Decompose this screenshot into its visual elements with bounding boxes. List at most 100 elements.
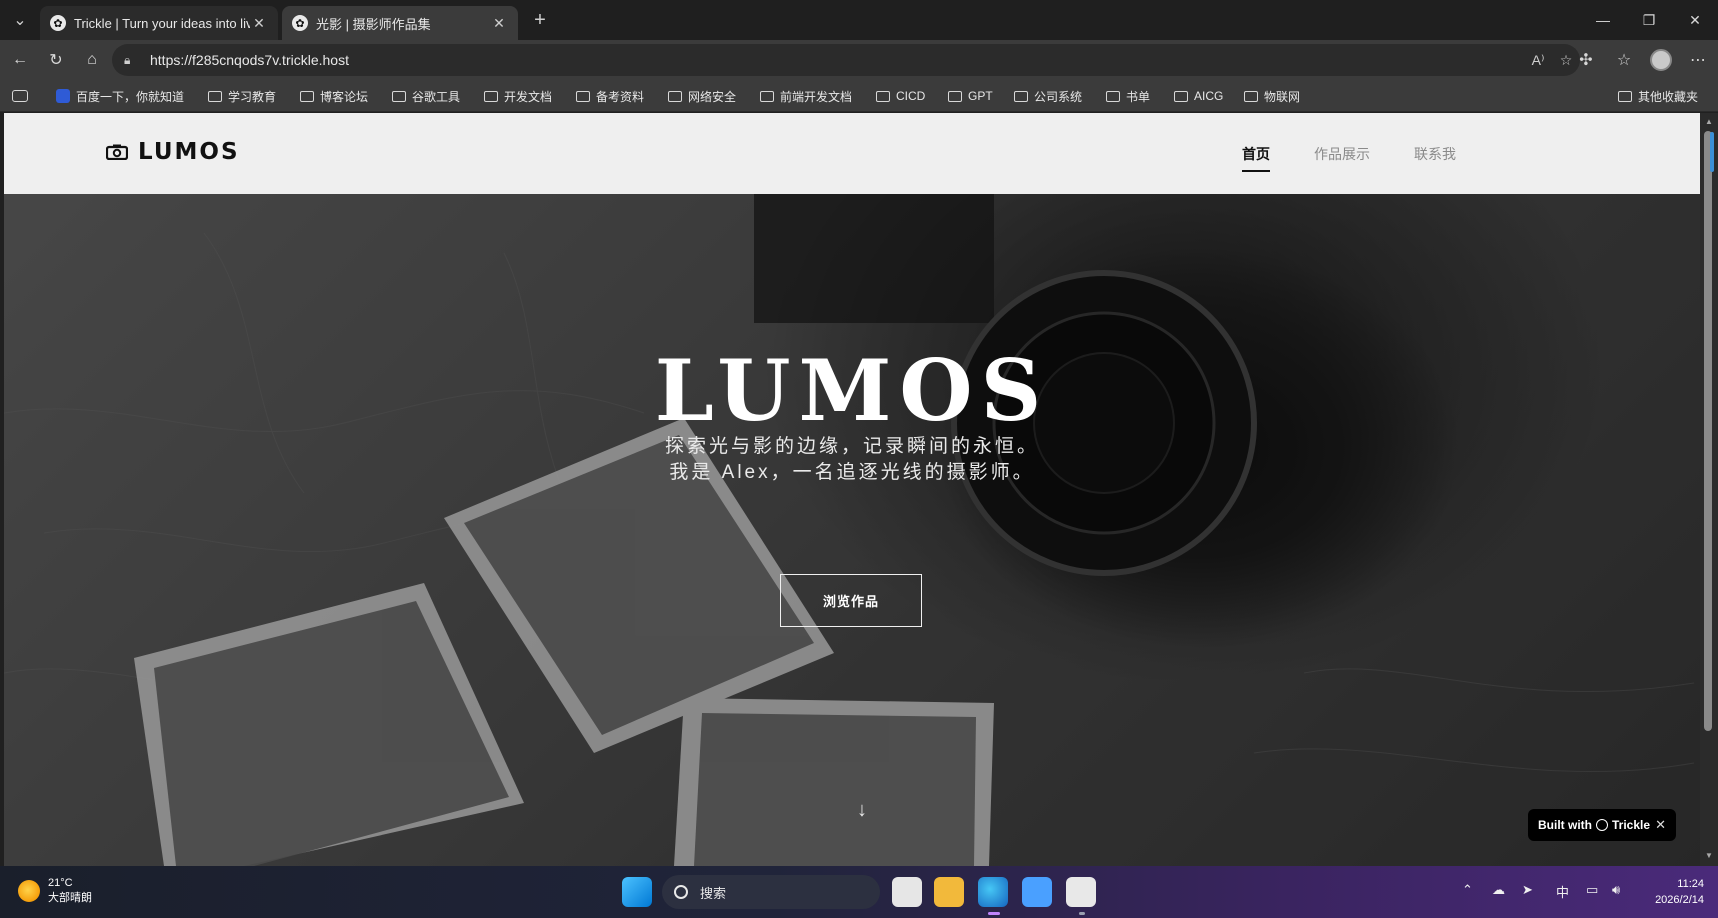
bookmark-folder[interactable]: 物联网 [1244,86,1300,106]
bookmark-folder[interactable]: 博客论坛 [300,86,368,106]
favorites-list-icon: ☆ [1616,52,1632,69]
start-windows-icon[interactable] [622,877,652,907]
profile-avatar[interactable] [1650,49,1672,71]
trickle-favicon-icon: ✿ [292,15,308,31]
weather-temp: 21°C [48,877,73,889]
browser-toolbar: ← ↻ ⌂ 🔒︎ https://f285cnqods7v.trickle.ho… [0,40,1718,80]
bookmark-folder[interactable]: 谷歌工具 [392,86,460,106]
scroll-up-icon[interactable]: ▲ [1704,117,1714,126]
bookmark-folder[interactable]: 学习教育 [208,86,276,106]
refresh-icon: ↻ [49,52,63,69]
badge-close-icon[interactable]: ✕ [1655,817,1666,833]
chevron-down-icon: ⌄ [13,12,27,29]
folder-icon [668,90,682,102]
running-app-indicator [1079,912,1085,915]
bookmark-folder[interactable]: 书单 [1106,86,1150,106]
puzzle-icon: ✣ [1579,52,1593,69]
favorites-button[interactable]: ☆ [1610,46,1638,74]
bookmark-reader-icon[interactable] [12,90,28,102]
read-aloud-icon[interactable]: A⁾ [1524,52,1552,69]
folder-icon [1618,90,1632,102]
send-icon[interactable]: ➤ [1522,882,1533,898]
nav-home-link[interactable]: 首页 [1242,144,1270,172]
task-view-icon[interactable] [892,877,922,907]
tab-strip: ⌄ ✿ Trickle | Turn your ideas into live … [0,0,1718,40]
folder-icon [392,90,406,102]
bookmark-folder[interactable]: GPT [948,86,993,106]
weather-desc: 大部晴朗 [48,892,92,904]
folder-icon [1014,90,1028,102]
weather-widget[interactable]: 21°C 大部晴朗 [18,876,92,906]
badge-name: Trickle [1612,818,1651,832]
address-bar[interactable]: 🔒︎ https://f285cnqods7v.trickle.host A⁾ … [112,44,1580,76]
bookmark-folder[interactable]: 开发文档 [484,86,552,106]
bookmark-folder[interactable]: AICG [1174,86,1223,106]
tab-trickle[interactable]: ✿ Trickle | Turn your ideas into live a … [40,6,278,40]
close-icon[interactable]: ✕ [250,15,268,32]
folder-icon [1106,90,1120,102]
bookmark-folder[interactable]: 前端开发文档 [760,86,852,106]
tab-portfolio[interactable]: ✿ 光影 | 摄影师作品集 ✕ [282,6,518,40]
nav-contact-link[interactable]: 联系我 [1414,144,1456,164]
app-pinned-icon[interactable] [1066,877,1096,907]
other-bookmarks-folder[interactable]: 其他收藏夹 [1618,86,1698,106]
arrow-down-icon[interactable]: ↓ [850,799,874,823]
onedrive-icon[interactable]: ☁ [1492,882,1505,898]
folder-icon [876,90,890,102]
nav-works-link[interactable]: 作品展示 [1314,144,1370,164]
hero-title: LUMOS [654,341,1050,440]
settings-more-button[interactable]: ⋯ [1684,46,1712,74]
store-icon[interactable] [1022,877,1052,907]
reload-button[interactable]: ↻ [42,46,70,74]
clock-time: 11:24 [1677,878,1704,890]
folder-icon [1174,90,1188,102]
tab-title: 光影 | 摄影师作品集 [316,16,431,32]
hero-overlay [4,113,1700,866]
bookmark-folder[interactable]: 网络安全 [668,86,736,106]
folder-icon [300,90,314,102]
tab-title: Trickle | Turn your ideas into live a [74,15,250,31]
sidebar-indicator [1710,132,1714,172]
bookmark-folder[interactable]: 公司系统 [1014,86,1082,106]
folder-icon [1244,90,1258,102]
lock-icon: 🔒︎ [124,52,131,67]
restore-button[interactable]: ❐ [1626,0,1672,40]
bookmark-folder[interactable]: CICD [876,86,925,106]
scroll-down-icon[interactable]: ▼ [1704,851,1714,860]
network-icon[interactable]: ▭ [1586,882,1598,898]
home-button[interactable]: ⌂ [78,46,106,74]
close-icon[interactable]: ✕ [490,15,508,32]
taskbar-search[interactable]: 搜索 [662,875,880,909]
system-clock[interactable]: 11:24 2026/2/14 [1638,876,1704,908]
bookmark-item[interactable]: 百度一下，你就知道 [56,86,184,106]
site-header: LUMOS 首页 作品展示 联系我 [4,113,1700,194]
window-close-button[interactable]: ✕ [1672,0,1718,40]
page-scrollbar[interactable]: ▲ ▼ [1700,113,1718,866]
folder-icon [948,90,962,102]
edge-browser-icon[interactable] [978,877,1008,907]
brand-name: LUMOS [138,139,240,165]
sunny-icon [18,880,40,902]
home-icon: ⌂ [87,51,97,68]
chevron-up-icon[interactable]: ⌃ [1462,882,1473,898]
extensions-button[interactable]: ✣ [1572,46,1600,74]
folder-icon [760,90,774,102]
built-with-trickle-badge[interactable]: Built with Trickle ✕ [1528,809,1676,841]
browse-works-button[interactable]: 浏览作品 [780,574,922,627]
minimize-button[interactable]: — [1580,0,1626,40]
volume-icon[interactable]: 🔊︎ [1612,882,1620,898]
site-logo[interactable]: LUMOS [106,139,240,165]
scroll-thumb[interactable] [1704,131,1712,731]
bookmark-folder[interactable]: 备考资料 [576,86,644,106]
more-dots-icon: ⋯ [1690,52,1706,69]
baidu-icon [56,89,70,103]
new-tab-button[interactable]: + [528,8,552,32]
folder-icon [208,90,222,102]
bookmarks-bar: 百度一下，你就知道 学习教育 博客论坛 谷歌工具 开发文档 备考资料 网络安全 … [0,80,1718,112]
trickle-logo-icon [1596,819,1608,831]
ime-indicator[interactable]: 中 [1556,882,1569,901]
file-explorer-icon[interactable] [934,877,964,907]
active-app-indicator [988,912,1000,915]
back-button[interactable]: ← [6,46,34,74]
tab-actions-menu-button[interactable]: ⌄ [6,6,34,34]
